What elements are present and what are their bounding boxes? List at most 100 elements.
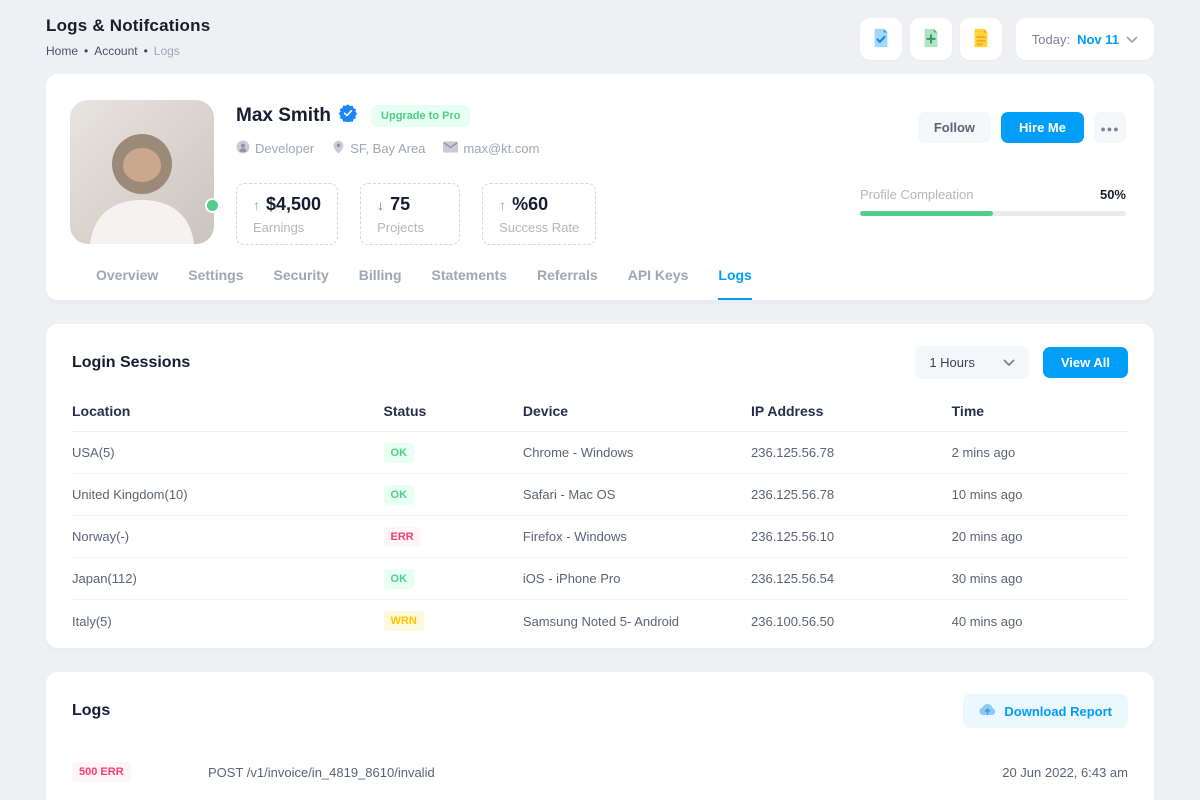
table-row: Norway(-) ERR Firefox - Windows 236.125.…: [72, 516, 1128, 558]
tab-billing[interactable]: Billing: [359, 267, 402, 300]
cell-location: Norway(-): [72, 529, 384, 544]
progress-label: Profile Compleation: [860, 187, 973, 202]
profile-completion: Profile Compleation 50%: [860, 187, 1126, 216]
cell-time: 2 mins ago: [952, 445, 1128, 460]
tab-referrals[interactable]: Referrals: [537, 267, 598, 300]
column-time: Time: [952, 403, 1128, 419]
time-filter-value: 1 Hours: [929, 355, 975, 370]
role-item: Developer: [236, 140, 314, 157]
location-label: SF, Bay Area: [350, 141, 425, 156]
file-plus-button[interactable]: [910, 18, 952, 60]
cell-location: Italy(5): [72, 614, 384, 629]
download-report-label: Download Report: [1004, 704, 1112, 719]
cell-location: Japan(112): [72, 571, 384, 586]
breadcrumb-separator: •: [84, 44, 88, 58]
tab-api-keys[interactable]: API Keys: [628, 267, 689, 300]
topbar-actions: Today: Nov 11: [860, 18, 1154, 60]
login-sessions-card: Login Sessions 1 Hours View All Location…: [46, 324, 1154, 648]
tab-statements[interactable]: Statements: [432, 267, 507, 300]
upgrade-to-pro-badge[interactable]: Upgrade to Pro: [371, 105, 470, 127]
log-entry-row: 500 ERR POST /v1/invoice/in_4819_8610/in…: [72, 762, 1128, 782]
avatar: [70, 100, 214, 244]
stat-earnings: ↑ $4,500 Earnings: [236, 183, 338, 245]
chevron-down-icon: [1126, 32, 1138, 47]
stat-label: Success Rate: [499, 220, 579, 235]
stat-projects: ↓ 75 Projects: [360, 183, 460, 245]
cell-device: Chrome - Windows: [523, 445, 751, 460]
file-check-icon: [870, 27, 892, 52]
table-row: USA(5) OK Chrome - Windows 236.125.56.78…: [72, 432, 1128, 474]
cell-ip: 236.125.56.78: [751, 445, 952, 460]
role-label: Developer: [255, 141, 314, 156]
date-picker[interactable]: Today: Nov 11: [1016, 18, 1154, 60]
profile-tabs: Overview Settings Security Billing State…: [70, 267, 1126, 300]
stat-success-rate: ↑ %60 Success Rate: [482, 183, 596, 245]
stat-value: 75: [390, 194, 410, 215]
file-check-button[interactable]: [860, 18, 902, 60]
file-plus-icon: [920, 27, 942, 52]
verified-badge-icon: [339, 104, 357, 127]
cloud-upload-icon: [979, 703, 996, 719]
table-row: United Kingdom(10) OK Safari - Mac OS 23…: [72, 474, 1128, 516]
cell-ip: 236.125.56.10: [751, 529, 952, 544]
more-options-button[interactable]: ●●●: [1094, 112, 1126, 143]
log-path: POST /v1/invoice/in_4819_8610/invalid: [208, 765, 1002, 780]
status-badge: OK: [384, 485, 415, 505]
breadcrumb-separator: •: [144, 44, 148, 58]
page-title: Logs & Notifcations: [46, 16, 210, 36]
date-prefix: Today:: [1032, 32, 1070, 47]
profile-stats: ↑ $4,500 Earnings ↓ 75 Projects ↑ %60: [236, 183, 838, 245]
stat-label: Earnings: [253, 220, 321, 235]
download-report-button[interactable]: Download Report: [963, 694, 1128, 728]
column-status: Status: [384, 403, 523, 419]
date-value: Nov 11: [1077, 32, 1119, 47]
email-item: max@kt.com: [443, 141, 539, 156]
cell-ip: 236.125.56.78: [751, 487, 952, 502]
status-badge: WRN: [384, 611, 424, 631]
online-status-dot: [205, 198, 220, 213]
cell-time: 20 mins ago: [952, 529, 1128, 544]
progress-bar: [860, 211, 1126, 216]
logs-title: Logs: [72, 702, 110, 720]
tab-settings[interactable]: Settings: [188, 267, 243, 300]
envelope-icon: [443, 141, 458, 156]
tab-logs[interactable]: Logs: [718, 267, 751, 300]
profile-meta: Developer SF, Bay Area max@kt.com: [236, 140, 838, 157]
table-row: Japan(112) OK iOS - iPhone Pro 236.125.5…: [72, 558, 1128, 600]
arrow-up-icon: ↑: [499, 197, 506, 213]
tab-overview[interactable]: Overview: [96, 267, 158, 300]
arrow-up-icon: ↑: [253, 197, 260, 213]
file-lines-icon: [970, 27, 992, 52]
hire-me-button[interactable]: Hire Me: [1001, 112, 1084, 143]
cell-location: United Kingdom(10): [72, 487, 384, 502]
profile-identity: Max Smith Upgrade to Pro Developer SF, B…: [236, 100, 838, 245]
ellipsis-icon: ●●●: [1100, 124, 1119, 134]
column-device: Device: [523, 403, 751, 419]
breadcrumb-account[interactable]: Account: [94, 44, 137, 58]
location-item: SF, Bay Area: [332, 140, 425, 157]
user-name: Max Smith: [236, 105, 331, 127]
arrow-down-icon: ↓: [377, 197, 384, 213]
view-all-button[interactable]: View All: [1043, 347, 1128, 378]
tab-security[interactable]: Security: [274, 267, 329, 300]
cell-device: Firefox - Windows: [523, 529, 751, 544]
cell-device: iOS - iPhone Pro: [523, 571, 751, 586]
cell-device: Safari - Mac OS: [523, 487, 751, 502]
breadcrumb-home[interactable]: Home: [46, 44, 78, 58]
follow-button[interactable]: Follow: [918, 112, 991, 143]
cell-ip: 236.100.56.50: [751, 614, 952, 629]
page-header: Logs & Notifcations Home• Account• Logs …: [0, 0, 1200, 74]
status-badge: OK: [384, 569, 415, 589]
sessions-title: Login Sessions: [72, 354, 190, 372]
file-lines-button[interactable]: [960, 18, 1002, 60]
location-pin-icon: [332, 140, 345, 157]
column-ip: IP Address: [751, 403, 952, 419]
cell-time: 10 mins ago: [952, 487, 1128, 502]
progress-value: 50%: [1100, 187, 1126, 202]
chevron-down-icon: [1003, 355, 1015, 370]
avatar-wrap: [70, 100, 214, 245]
email-label: max@kt.com: [463, 141, 539, 156]
time-filter-select[interactable]: 1 Hours: [915, 346, 1029, 379]
cell-location: USA(5): [72, 445, 384, 460]
breadcrumb: Home• Account• Logs: [46, 44, 210, 58]
